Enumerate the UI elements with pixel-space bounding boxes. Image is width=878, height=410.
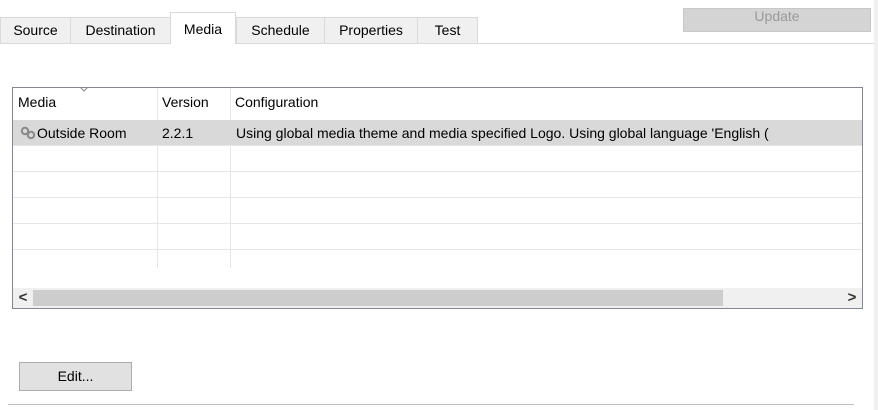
media-grid[interactable]: Media Version Configuration Outside Room… [12, 87, 863, 309]
tab-destination[interactable]: Destination [70, 17, 171, 43]
empty-row [13, 250, 862, 276]
scroll-left-icon[interactable]: < [13, 288, 33, 308]
tab-media[interactable]: Media [170, 12, 236, 44]
window-edge [874, 0, 878, 410]
media-name: Outside Room [37, 125, 127, 141]
media-link-icon [20, 126, 36, 140]
tab-properties[interactable]: Properties [324, 17, 418, 43]
configuration-cell: Using global media theme and media speci… [236, 125, 769, 141]
column-header-version[interactable]: Version [157, 88, 231, 110]
empty-row [13, 224, 862, 250]
empty-row [13, 172, 862, 198]
column-header-media[interactable]: Media [13, 88, 157, 110]
horizontal-scrollbar[interactable]: < > [13, 288, 862, 308]
empty-row [13, 146, 862, 172]
tab-strip-divider [0, 43, 878, 44]
tab-test[interactable]: Test [417, 17, 478, 43]
divider [8, 404, 854, 405]
scroll-right-icon[interactable]: > [842, 288, 862, 308]
column-header-configuration[interactable]: Configuration [230, 88, 862, 110]
edit-button[interactable]: Edit... [19, 362, 132, 391]
media-cell: Outside Room [13, 120, 157, 146]
tab-schedule[interactable]: Schedule [236, 17, 325, 43]
sort-descending-icon [80, 88, 88, 92]
empty-row [13, 198, 862, 224]
update-button[interactable]: Update [683, 8, 871, 32]
column-header-media-label: Media [18, 94, 57, 110]
column-header-configuration-label: Configuration [235, 94, 319, 110]
table-row[interactable]: Outside Room 2.2.1 Using global media th… [13, 120, 862, 146]
column-header-version-label: Version [162, 94, 209, 110]
tab-source[interactable]: Source [0, 17, 71, 43]
version-cell: 2.2.1 [162, 125, 194, 141]
scrollbar-thumb[interactable] [33, 290, 723, 306]
